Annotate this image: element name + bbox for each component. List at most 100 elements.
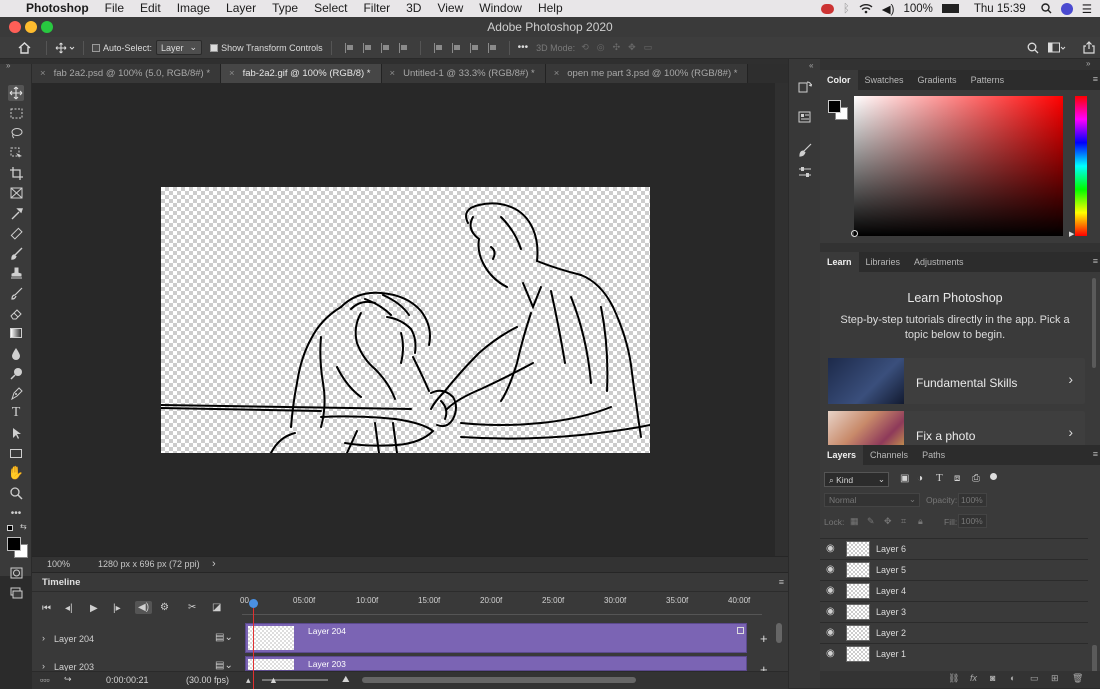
- 3d-slide-icon[interactable]: ✥: [628, 42, 636, 53]
- show-transform-checkbox[interactable]: [210, 43, 219, 52]
- menu-file[interactable]: File: [97, 0, 132, 17]
- swap-colors-icon[interactable]: ⇆: [20, 522, 27, 531]
- quick-mask-icon[interactable]: [8, 565, 24, 581]
- close-tab-icon[interactable]: ×: [554, 68, 560, 79]
- close-tab-icon[interactable]: ×: [390, 68, 396, 79]
- film-icon[interactable]: ▤⌄: [215, 660, 233, 671]
- tab-adjustments[interactable]: Adjustments: [907, 252, 971, 272]
- fg-color-chip[interactable]: [828, 100, 841, 113]
- lock-artboard-icon[interactable]: ⌗: [901, 516, 906, 527]
- menu-edit[interactable]: Edit: [132, 0, 169, 17]
- lock-position-icon[interactable]: ✥: [884, 516, 892, 527]
- tab-fab-2a2-gif[interactable]: × fab-2a2.gif @ 100% (RGB/8) *: [221, 64, 382, 83]
- auto-select-dropdown[interactable]: Layer ⌄: [156, 40, 203, 55]
- filter-pixel-icon[interactable]: ▣: [900, 473, 909, 484]
- opacity-value[interactable]: 100%: [958, 493, 987, 507]
- clone-stamp-tool-icon[interactable]: [8, 265, 24, 281]
- menu-3d[interactable]: 3D: [398, 0, 429, 17]
- share-icon[interactable]: [1083, 41, 1095, 54]
- tab-paths[interactable]: Paths: [915, 445, 952, 465]
- current-timecode[interactable]: 0:00:00:21: [106, 675, 149, 685]
- move-tool-preset-icon[interactable]: [55, 42, 75, 54]
- layer-filter-kind[interactable]: ⌕ Kind ⌄: [824, 472, 889, 487]
- visibility-eye-icon[interactable]: ◉: [826, 585, 835, 596]
- canvas-vertical-scrollbar[interactable]: [775, 83, 788, 556]
- filter-type-icon[interactable]: T: [936, 472, 943, 484]
- clock[interactable]: Thu 15:39: [974, 3, 1026, 15]
- visibility-eye-icon[interactable]: ◉: [826, 564, 835, 575]
- siri-icon[interactable]: [1060, 2, 1073, 15]
- previous-frame-button[interactable]: ◂|: [65, 603, 73, 614]
- gradient-tool-icon[interactable]: [8, 325, 24, 341]
- play-button[interactable]: ▶: [90, 603, 98, 614]
- tab-gradients[interactable]: Gradients: [911, 70, 964, 90]
- filter-toggle-icon[interactable]: [990, 473, 997, 480]
- path-selection-tool-icon[interactable]: [8, 425, 24, 441]
- layer-row[interactable]: ◉ Layer 5: [820, 559, 1088, 580]
- close-tab-icon[interactable]: ×: [40, 68, 46, 79]
- delete-layer-icon[interactable]: 🗑︎: [1072, 673, 1083, 684]
- filter-smart-object-icon[interactable]: ⎙: [972, 473, 980, 484]
- lasso-tool-icon[interactable]: [8, 125, 24, 141]
- film-icon[interactable]: ▤⌄: [215, 632, 233, 643]
- screen-mode-icon[interactable]: [8, 585, 24, 601]
- visibility-eye-icon[interactable]: ◉: [826, 543, 835, 554]
- visibility-eye-icon[interactable]: ◉: [826, 648, 835, 659]
- hand-tool-icon[interactable]: ✋: [8, 465, 24, 481]
- battery-icon[interactable]: [941, 4, 959, 13]
- collapse-right-icon[interactable]: »: [1086, 59, 1090, 68]
- link-layers-icon[interactable]: ⛓: [948, 673, 959, 684]
- saturation-brightness-field[interactable]: [854, 96, 1063, 236]
- layer-row[interactable]: ◉ Layer 2: [820, 622, 1088, 643]
- bluetooth-icon[interactable]: ᛒ: [843, 3, 850, 15]
- foreground-color-swatch[interactable]: [7, 537, 21, 551]
- hue-slider[interactable]: [1075, 96, 1087, 236]
- tab-learn[interactable]: Learn: [820, 252, 859, 272]
- menu-filter[interactable]: Filter: [355, 0, 398, 17]
- tab-color[interactable]: Color: [820, 70, 858, 90]
- hue-slider-arrow[interactable]: ▶: [1069, 230, 1074, 238]
- history-icon[interactable]: [798, 80, 812, 94]
- layer-row[interactable]: ◉ Layer 3: [820, 601, 1088, 622]
- frame-tool-icon[interactable]: [8, 185, 24, 201]
- next-frame-button[interactable]: |▸: [113, 603, 121, 614]
- move-tool-icon[interactable]: [8, 85, 24, 101]
- tab-swatches[interactable]: Swatches: [858, 70, 911, 90]
- 3d-orbit-icon[interactable]: ⟲: [581, 42, 589, 53]
- menu-select[interactable]: Select: [306, 0, 355, 17]
- lock-pixels-icon[interactable]: ✎: [867, 516, 875, 527]
- distribute-icon[interactable]: [398, 42, 407, 53]
- first-frame-button[interactable]: ⏮: [42, 603, 51, 614]
- tab-fab-2a2-psd[interactable]: × fab 2a2.psd @ 100% (5.0, RGB/8#) *: [32, 64, 222, 83]
- volume-icon[interactable]: ◀): [882, 2, 895, 16]
- adjust-sliders-icon[interactable]: [798, 165, 812, 179]
- menu-type[interactable]: Type: [264, 0, 306, 17]
- wifi-icon[interactable]: [859, 3, 873, 14]
- new-group-icon[interactable]: ▭: [1030, 673, 1039, 684]
- tab-libraries[interactable]: Libraries: [859, 252, 908, 272]
- type-tool-icon[interactable]: T: [8, 405, 24, 421]
- layers-panel-menu-icon[interactable]: ≡: [1093, 449, 1098, 459]
- pen-tool-icon[interactable]: [8, 385, 24, 401]
- creative-cloud-icon[interactable]: [820, 3, 834, 14]
- timeline-menu-icon[interactable]: ≡: [779, 577, 784, 587]
- align-center-icon[interactable]: [362, 42, 371, 53]
- clip-layer-204[interactable]: Layer 204: [245, 623, 747, 653]
- close-window-button[interactable]: [9, 21, 21, 33]
- menu-window[interactable]: Window: [471, 0, 530, 17]
- home-icon[interactable]: [18, 41, 32, 54]
- history-brush-tool-icon[interactable]: [8, 285, 24, 301]
- healing-brush-tool-icon[interactable]: [8, 225, 24, 241]
- add-mask-icon[interactable]: ◙: [990, 673, 995, 683]
- zoom-in-icon[interactable]: ⛰: [342, 674, 350, 685]
- settings-gear-icon[interactable]: ⚙: [160, 602, 169, 613]
- expand-track-icon[interactable]: ›: [42, 633, 45, 643]
- collapse-panels-icon[interactable]: «: [809, 61, 813, 70]
- layer-row[interactable]: ◉ Layer 4: [820, 580, 1088, 601]
- eraser-tool-icon[interactable]: [8, 305, 24, 321]
- blend-mode-dropdown[interactable]: Normal ⌄: [824, 493, 920, 507]
- color-picker-ring[interactable]: [851, 230, 858, 237]
- blur-tool-icon[interactable]: [8, 345, 24, 361]
- align-left-icon[interactable]: [344, 42, 353, 53]
- document-canvas[interactable]: [161, 187, 650, 453]
